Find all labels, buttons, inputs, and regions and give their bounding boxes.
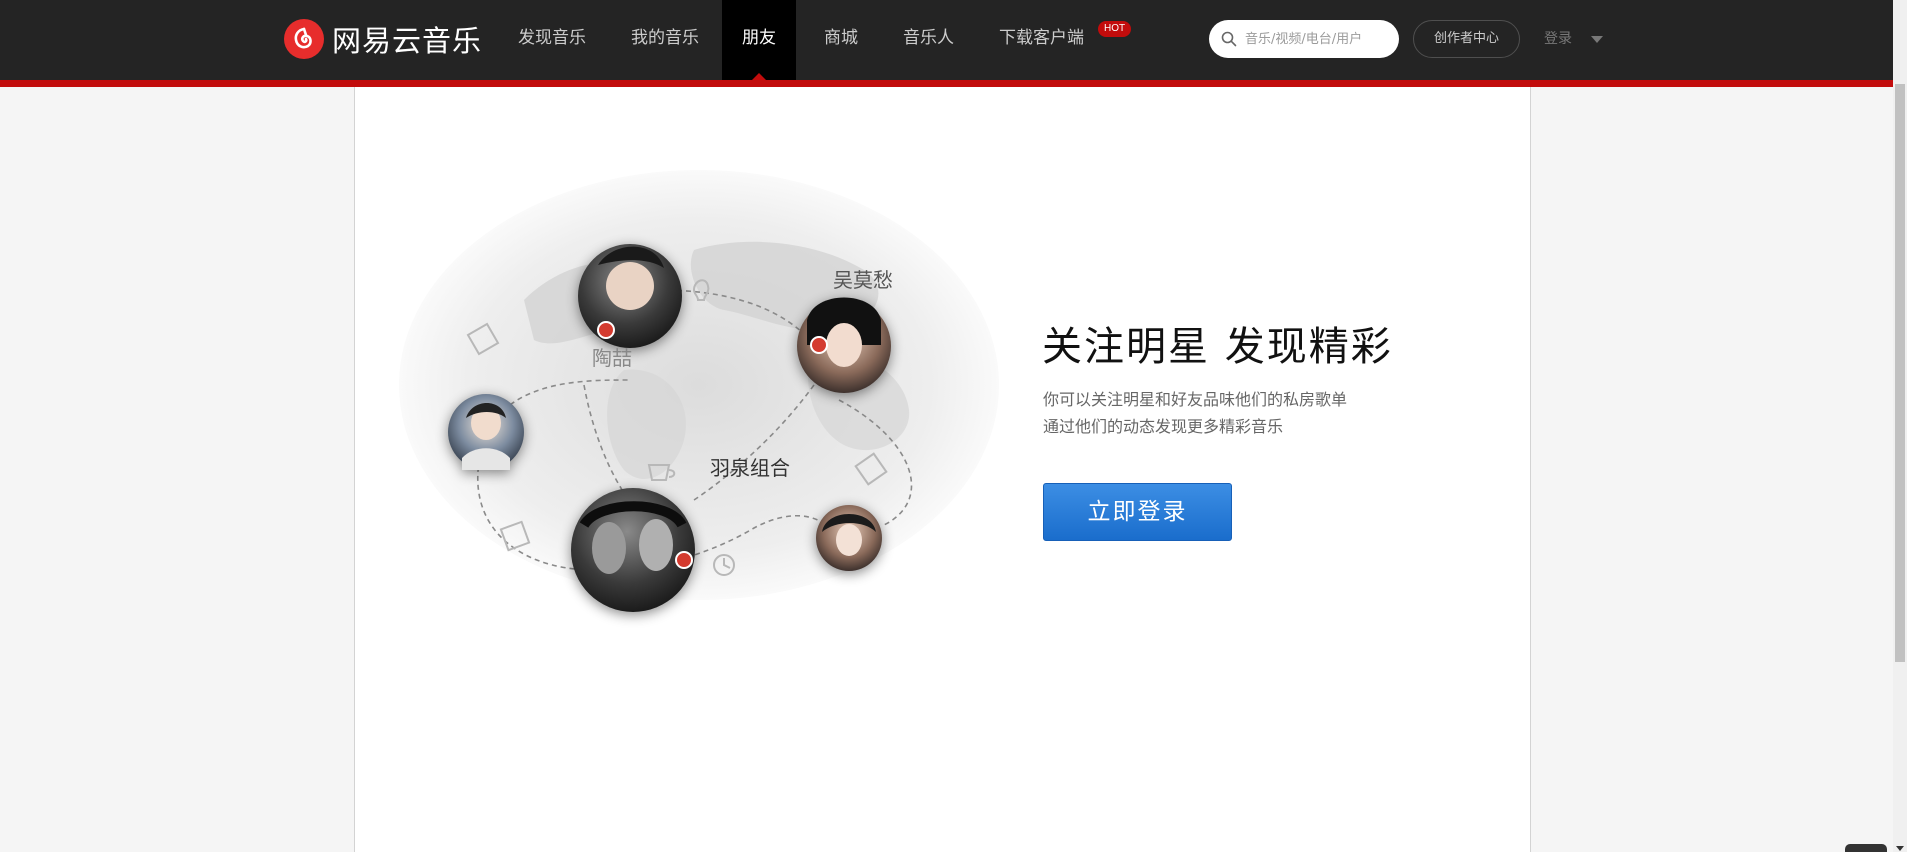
hero-description-line-2: 通过他们的动态发现更多精彩音乐: [1043, 417, 1284, 436]
hero-headline: 关注明星 发现精彩: [1042, 324, 1393, 370]
nav-item-musician[interactable]: 音乐人: [883, 0, 974, 80]
top-navigation-bar: 网易云音乐 发现音乐 我的音乐 朋友 商城 音乐人 下载客户端 HOT 创作者中…: [0, 0, 1893, 80]
avatar-left: [448, 394, 524, 470]
nav-item-discover-music[interactable]: 发现音乐: [498, 0, 606, 80]
login-now-button[interactable]: 立即登录: [1043, 483, 1232, 541]
search-input[interactable]: [1243, 30, 1387, 48]
scrollbar-thumb[interactable]: [1895, 84, 1905, 662]
page-scrollbar[interactable]: [1893, 0, 1907, 852]
nav-accent-line: [0, 80, 1893, 87]
search-box[interactable]: [1209, 20, 1399, 58]
login-link[interactable]: 登录: [1544, 28, 1572, 48]
artist-name-tao-zhe: 陶喆: [592, 346, 632, 370]
avatar-bottom-right: [816, 505, 882, 571]
brand-logo[interactable]: 网易云音乐: [284, 18, 482, 60]
hero-description-line-1: 你可以关注明星和好友品味他们的私房歌单: [1043, 390, 1348, 409]
avatar-bottom-center: [571, 488, 695, 612]
artist-network-illustration: [399, 170, 999, 612]
world-map-backdrop: [399, 170, 999, 600]
avatar-top-center: [578, 244, 682, 348]
nav-item-download-client[interactable]: 下载客户端: [979, 0, 1104, 80]
creator-center-button[interactable]: 创作者中心: [1413, 20, 1520, 58]
artist-name-wu-mochou: 吴莫愁: [833, 268, 893, 292]
netease-music-logo-icon: [284, 19, 324, 59]
avatar-top-right: [797, 297, 891, 393]
brand-name: 网易云音乐: [332, 24, 483, 58]
search-icon: [1221, 31, 1237, 47]
chevron-down-icon[interactable]: [1591, 36, 1603, 43]
scroll-down-arrow-icon[interactable]: [1896, 846, 1904, 851]
nav-item-friends[interactable]: 朋友: [722, 0, 796, 80]
floating-widget-tab[interactable]: [1845, 844, 1887, 852]
artist-name-yuquan: 羽泉组合: [710, 456, 790, 480]
nav-item-my-music[interactable]: 我的音乐: [611, 0, 719, 80]
nav-item-store[interactable]: 商城: [804, 0, 878, 80]
hot-badge: HOT: [1098, 21, 1132, 37]
hero-description: 你可以关注明星和好友品味他们的私房歌单 通过他们的动态发现更多精彩音乐: [1043, 386, 1347, 440]
